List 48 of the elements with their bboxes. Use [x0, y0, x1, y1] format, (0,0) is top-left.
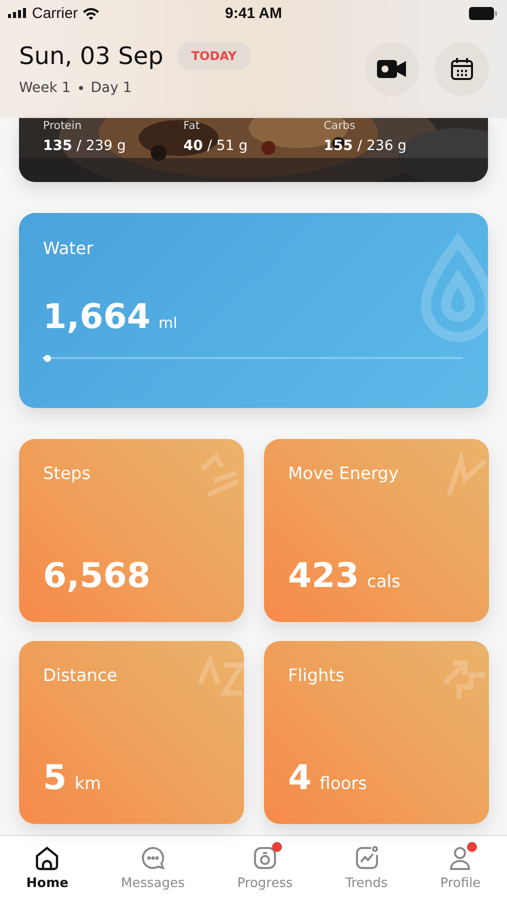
- separator-dot: [78, 86, 83, 90]
- activity-value: 6,568: [43, 556, 151, 596]
- activity-card[interactable]: Move Energy 423 cals: [264, 439, 489, 622]
- macro-value: 155 / 236 g: [324, 138, 408, 154]
- carrier-name: Carrier: [32, 4, 78, 22]
- macro-label: Carbs: [324, 119, 356, 132]
- battery-icon: [469, 6, 497, 20]
- tab-bar-item[interactable]: Home: [22, 845, 72, 891]
- today-badge: TODAY: [177, 42, 251, 70]
- activity-unit: cals: [366, 572, 400, 592]
- activity-title: Move Energy: [288, 464, 400, 484]
- macro-label: Protein: [43, 119, 83, 132]
- day-label: Day 1: [90, 80, 132, 96]
- calendar-icon: [450, 57, 474, 81]
- macro-value: 135 / 239 g: [43, 138, 127, 154]
- activity-title: Flights: [288, 666, 346, 686]
- macro-label: Fat: [183, 119, 201, 132]
- water-unit: ml: [158, 314, 178, 332]
- tab-bar-item[interactable]: Profile: [436, 845, 485, 891]
- scale-icon: [252, 845, 278, 871]
- water-value: 1,664: [43, 297, 151, 337]
- date-title: Sun, 03 Sep: [19, 42, 164, 70]
- activity-card[interactable]: Distance 5 km: [19, 641, 244, 824]
- activity-value: 5: [43, 758, 67, 798]
- tab-bar-item[interactable]: Progress: [233, 845, 297, 891]
- video-camera-icon: [377, 59, 407, 79]
- wifi-icon: [82, 6, 100, 20]
- activity-value: 4: [288, 758, 312, 798]
- activity-card[interactable]: Flights 4 floors: [264, 641, 489, 824]
- home-icon: [34, 845, 60, 871]
- activity-value: 423: [288, 556, 359, 596]
- signal-icon: [8, 8, 28, 18]
- status-time: 9:41 AM: [225, 4, 282, 22]
- activity-title: Steps: [43, 464, 92, 484]
- tab-bar-item[interactable]: Trends: [341, 845, 392, 891]
- trend-chart-icon: [354, 845, 380, 871]
- activity-title: Distance: [43, 666, 118, 686]
- activity-unit: floors: [320, 774, 368, 794]
- week-label: Week 1: [19, 80, 71, 96]
- tab-bar-item[interactable]: Messages: [117, 845, 189, 891]
- macro-value: 40 / 51 g: [183, 138, 249, 154]
- water-drop-icon: [418, 233, 488, 343]
- water-title: Water: [43, 239, 94, 259]
- meal-card[interactable]: Protein 135 / 239 g Fat 40 / 51 g Carbs 155 / 236 g: [19, 118, 488, 182]
- water-card[interactable]: Water 1,664 ml: [19, 213, 488, 408]
- activity-card[interactable]: Steps 6,568: [19, 439, 244, 622]
- chat-bubble-icon: [140, 845, 166, 871]
- activity-unit: km: [74, 774, 102, 794]
